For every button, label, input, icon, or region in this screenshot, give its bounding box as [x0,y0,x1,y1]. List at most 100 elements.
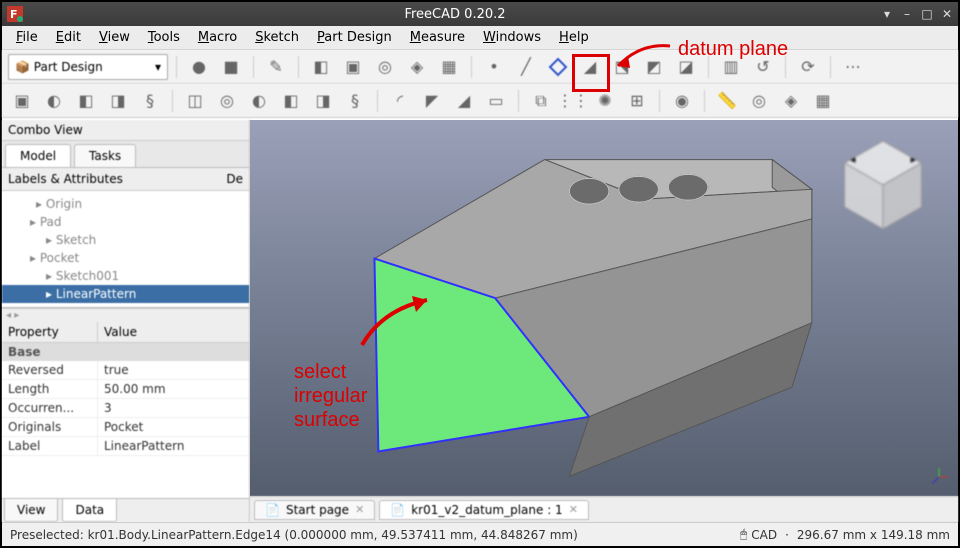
status-navmode[interactable]: CAD [751,528,777,542]
combo-tab-tasks[interactable]: Tasks [74,144,136,167]
tool-icon[interactable]: ↺ [749,53,777,81]
property-col-key: Property [2,322,98,342]
doc-tab-label: kr01_v2_datum_plane : 1 [411,503,562,517]
doc-tab[interactable]: 📄 kr01_v2_datum_plane : 1 ✕ [379,500,589,520]
datum-plane-icon[interactable] [544,53,572,81]
tool-icon[interactable]: ▥ [717,53,745,81]
workbench-label: Part Design [34,60,103,74]
menu-windows[interactable]: Windows [475,28,549,47]
navigation-cube[interactable]: ◂▸ [828,130,938,240]
helix-icon[interactable]: § [136,87,164,115]
line-icon[interactable]: ╱ [512,53,540,81]
prop-value[interactable]: LinearPattern [98,437,190,455]
prop-row[interactable]: LabelLinearPattern [2,437,249,456]
stop-icon[interactable]: ■ [217,53,245,81]
property-panel: BaseReversedtrueLength50.00 mmOccurren..… [2,343,249,498]
annotation-arrow-select [352,290,472,360]
annotation-datum-box [572,54,610,92]
minimize-button[interactable]: – [900,7,914,21]
prop-row[interactable]: Reversedtrue [2,361,249,380]
close-icon[interactable]: ✕ [569,503,578,516]
tree-item-sketch[interactable]: ▸ Sketch [2,231,249,249]
tool-icon[interactable]: ◈ [777,87,805,115]
tool-icon[interactable]: ⋯ [839,53,867,81]
property-header: Property Value [2,322,249,343]
document-tabs: 📄Start page✕📄kr01_v2_datum_plane : 1✕ [250,496,958,522]
tool-icon[interactable]: ◧ [277,87,305,115]
tool-icon[interactable]: ⟳ [794,53,822,81]
menu-part-design[interactable]: Part Design [309,28,400,47]
menu-measure[interactable]: Measure [402,28,473,47]
boolean-icon[interactable]: ◉ [668,87,696,115]
tool-icon[interactable]: ◨ [309,87,337,115]
loft-icon[interactable]: ◧ [72,87,100,115]
tree-header-right: De [226,172,243,186]
tool-icon[interactable]: ◈ [403,53,431,81]
menu-help[interactable]: Help [551,28,597,47]
record-icon[interactable]: ● [185,53,213,81]
prop-value[interactable]: true [98,361,135,379]
prop-tab-view[interactable]: View [4,499,58,522]
app-icon: F [6,5,24,23]
menu-file[interactable]: File [8,28,46,47]
tool-icon[interactable]: ▦ [809,87,837,115]
menu-tools[interactable]: Tools [140,28,188,47]
tool-icon[interactable]: § [341,87,369,115]
prop-row[interactable]: OriginalsPocket [2,418,249,437]
menu-sketch[interactable]: Sketch [247,28,307,47]
hide-button[interactable]: ▾ [880,7,894,21]
point-icon[interactable]: • [480,53,508,81]
close-button[interactable]: ✕ [940,7,954,21]
menu-macro[interactable]: Macro [190,28,245,47]
sweep-icon[interactable]: ◨ [104,87,132,115]
close-icon[interactable]: ✕ [355,503,364,516]
body-icon[interactable]: ◧ [307,53,335,81]
freecad-doc-icon: 📄 [265,503,280,517]
prop-value[interactable]: Pocket [98,418,149,436]
tree-item-pad[interactable]: ▸ Pad [2,213,249,231]
prop-value[interactable]: 50.00 mm [98,380,172,398]
combo-tab-model[interactable]: Model [5,144,71,167]
edit-icon[interactable]: ✎ [262,53,290,81]
menu-view[interactable]: View [91,28,138,47]
freecad-doc-icon: 📄 [390,503,405,517]
pad-icon[interactable]: ▣ [8,87,36,115]
sketch-icon[interactable]: ▣ [339,53,367,81]
hole-icon[interactable]: ◎ [213,87,241,115]
thickness-icon[interactable]: ▭ [482,87,510,115]
svg-text:F: F [10,8,18,21]
status-nav-icon: 🖱 [740,527,747,542]
tree-item-origin[interactable]: ▸ Origin [2,195,249,213]
tool-icon[interactable]: ▦ [435,53,463,81]
svg-text:◂: ◂ [850,153,856,166]
tree-item-sketch001[interactable]: ▸ Sketch001 [2,267,249,285]
window-title: FreeCAD 0.20.2 [30,7,880,22]
model-tree[interactable]: ▸ Origin▸ Pad▸ Sketch▸ Pocket▸ Sketch001… [2,191,249,308]
axis-indicator-icon [928,466,950,488]
doc-tab[interactable]: 📄Start page✕ [254,500,375,520]
workbench-selector[interactable]: 📦 Part Design ▾ [8,54,168,80]
tree-item-linearpattern[interactable]: ▸ LinearPattern [2,285,249,303]
status-preselect: Preselected: kr01.Body.LinearPattern.Edg… [10,528,578,542]
mirror-icon[interactable]: ⧉ [527,87,555,115]
prop-row[interactable]: Occurren...3 [2,399,249,418]
prop-tab-data[interactable]: Data [62,499,117,522]
pocket-icon[interactable]: ◫ [181,87,209,115]
draft-icon[interactable]: ◢ [450,87,478,115]
chamfer-icon[interactable]: ◤ [418,87,446,115]
maximize-button[interactable]: □ [920,7,934,21]
measure-icon[interactable]: 📏 [713,87,741,115]
tree-scrollbar[interactable]: ◂ ▸ [2,308,249,322]
tool-icon[interactable]: ◎ [371,53,399,81]
menubar: FileEditViewToolsMacroSketchPart DesignM… [2,26,958,50]
revolution-icon[interactable]: ◐ [40,87,68,115]
prop-value[interactable]: 3 [98,399,118,417]
tree-item-pocket[interactable]: ▸ Pocket [2,249,249,267]
multi-transform-icon[interactable]: ⊞ [623,87,651,115]
prop-row[interactable]: Length50.00 mm [2,380,249,399]
tool-icon[interactable]: ◎ [745,87,773,115]
groove-icon[interactable]: ◐ [245,87,273,115]
prop-key: Label [2,437,98,455]
fillet-icon[interactable]: ◜ [386,87,414,115]
menu-edit[interactable]: Edit [48,28,89,47]
